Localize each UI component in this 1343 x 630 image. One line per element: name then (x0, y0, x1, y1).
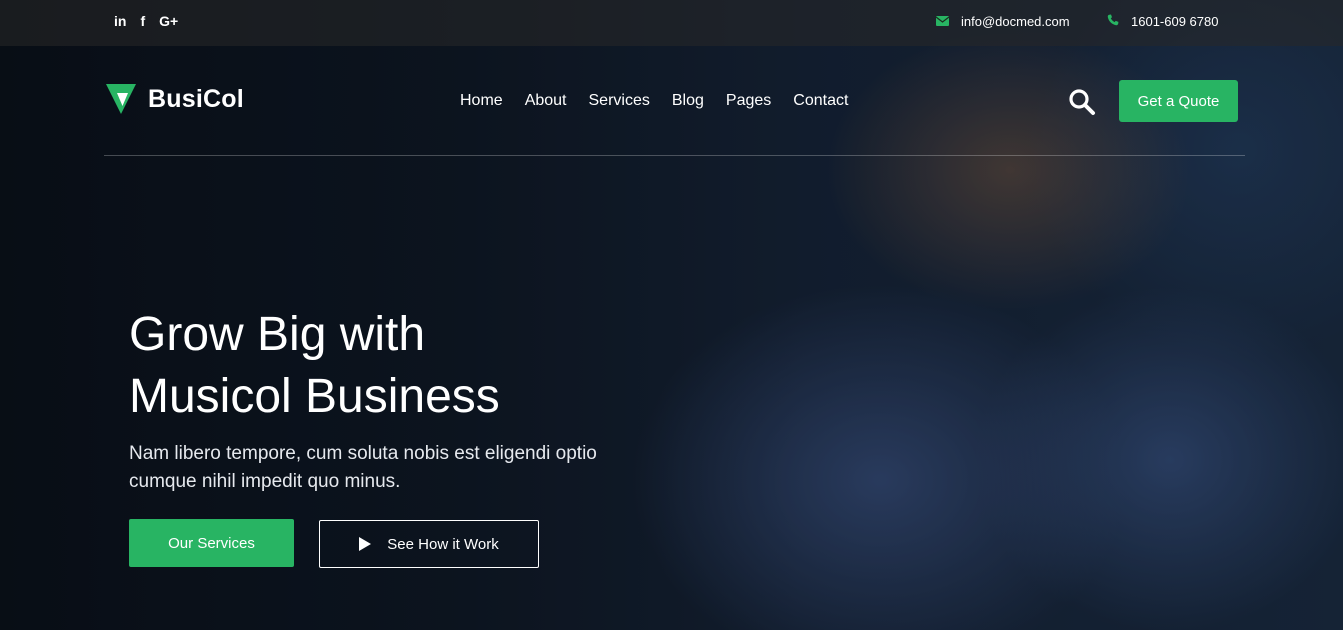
envelope-icon (935, 15, 950, 29)
play-icon (359, 537, 372, 551)
google-plus-icon[interactable]: G+ (159, 13, 178, 29)
nav-item-pages[interactable]: Pages (726, 92, 771, 110)
contact-phone[interactable]: 1601-609 6780 (1107, 14, 1218, 29)
see-how-it-work-label: See How it Work (387, 535, 499, 553)
nav-item-home[interactable]: Home (460, 92, 503, 110)
nav-item-services[interactable]: Services (589, 92, 650, 110)
main-nav: Home About Services Blog Pages Contact (460, 92, 848, 110)
phone-icon (1107, 14, 1119, 29)
logo-icon (106, 84, 136, 114)
email-text: info@docmed.com (961, 14, 1070, 29)
our-services-button[interactable]: Our Services (129, 519, 294, 567)
linkedin-icon[interactable]: in (114, 13, 126, 29)
facebook-icon[interactable]: f (140, 13, 145, 29)
nav-item-contact[interactable]: Contact (793, 92, 848, 110)
brand-logo[interactable]: BusiCol (106, 84, 244, 114)
social-links: in f G+ (114, 13, 178, 29)
phone-text: 1601-609 6780 (1131, 14, 1219, 29)
top-bar: in f G+ info@docmed.com 1601-609 6780 (0, 0, 1343, 46)
hero-description: Nam libero tempore, cum soluta nobis est… (129, 443, 597, 492)
see-how-it-work-button[interactable]: See How it Work (319, 520, 539, 568)
contact-email[interactable]: info@docmed.com (935, 14, 1070, 29)
nav-item-blog[interactable]: Blog (672, 92, 704, 110)
header-divider (104, 155, 1245, 156)
brand-name: BusiCol (148, 84, 244, 113)
search-icon[interactable] (1068, 88, 1096, 116)
get-quote-button[interactable]: Get a Quote (1119, 80, 1238, 122)
hero-title: Grow Big with Musicol Business (129, 304, 500, 428)
nav-item-about[interactable]: About (525, 92, 567, 110)
hero-title-line-2: Musicol Business (129, 370, 500, 423)
hero-title-line-1: Grow Big with (129, 308, 426, 361)
